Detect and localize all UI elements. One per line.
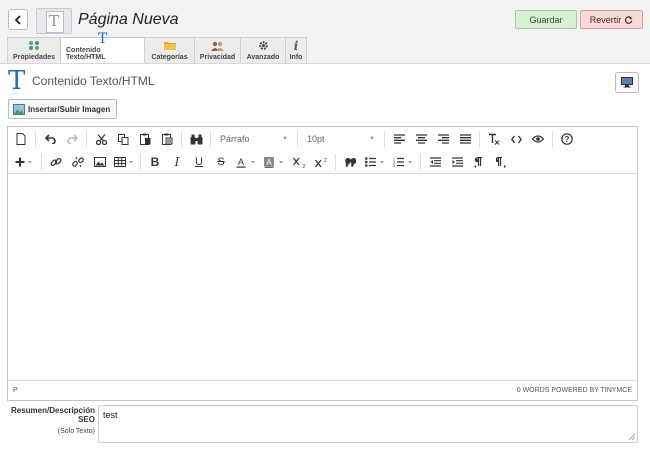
blockquote-icon[interactable] bbox=[339, 152, 361, 172]
rtl-direction-icon[interactable] bbox=[490, 152, 512, 172]
align-right-icon[interactable] bbox=[432, 129, 454, 149]
unlink-icon[interactable] bbox=[67, 152, 89, 172]
seo-value: test bbox=[103, 410, 118, 420]
align-center-icon[interactable] bbox=[410, 129, 432, 149]
chevron-down-icon: ▼ bbox=[369, 136, 375, 142]
paste-icon[interactable] bbox=[134, 129, 156, 149]
text-T-icon: T bbox=[8, 66, 26, 96]
info-icon: i bbox=[293, 38, 299, 53]
tab-label: Privacidad bbox=[199, 54, 236, 61]
revert-label: Revertir bbox=[589, 14, 622, 25]
format-select-value: Párrafo bbox=[220, 134, 250, 144]
background-color-icon[interactable]: A bbox=[260, 152, 288, 172]
font-size-select[interactable]: 10pt ▼ bbox=[301, 129, 381, 149]
seo-sublabel: (Sólo Texto) bbox=[57, 428, 95, 435]
font-size-value: 10pt bbox=[307, 134, 325, 144]
svg-text:A: A bbox=[266, 158, 272, 167]
seo-label: Resumen/Descripción SEO bbox=[10, 406, 95, 424]
format-select[interactable]: Párrafo ▼ bbox=[214, 129, 294, 149]
section-title: Contenido Texto/HTML bbox=[32, 74, 155, 88]
svg-text:A: A bbox=[238, 157, 244, 167]
strikethrough-icon[interactable]: S bbox=[210, 152, 232, 172]
clear-formatting-icon[interactable] bbox=[483, 129, 505, 149]
tab-bar: Propiedades T Contenido Texto/HTML Categ… bbox=[7, 31, 307, 63]
tab-properties[interactable]: Propiedades bbox=[7, 37, 61, 63]
tab-info[interactable]: i Info bbox=[285, 37, 307, 63]
image-icon bbox=[13, 103, 25, 115]
rich-text-editor: Párrafo ▼ 10pt ▼ ? B I U S A A 2 2 1 2 3… bbox=[7, 126, 638, 401]
superscript-icon[interactable]: 2 bbox=[310, 152, 332, 172]
numbered-list-icon[interactable]: 123 bbox=[389, 152, 417, 172]
ltr-direction-icon[interactable] bbox=[468, 152, 490, 172]
find-replace-icon[interactable] bbox=[185, 129, 207, 149]
new-document-icon[interactable] bbox=[10, 129, 32, 149]
resize-handle-icon[interactable] bbox=[629, 434, 635, 440]
preview-button[interactable] bbox=[615, 72, 639, 93]
seo-textarea[interactable]: test bbox=[98, 405, 638, 443]
tab-label: Info bbox=[289, 54, 303, 61]
link-icon[interactable] bbox=[45, 152, 67, 172]
subscript-icon[interactable]: 2 bbox=[288, 152, 310, 172]
tab-label: Propiedades bbox=[13, 54, 56, 61]
toolbar-row-2: B I U S A A 2 2 123 bbox=[8, 151, 637, 173]
insert-menu-icon[interactable] bbox=[10, 152, 38, 172]
content-panel: T Contenido Texto/HTML Insertar/Subir Im… bbox=[0, 63, 650, 455]
redo-icon[interactable] bbox=[61, 129, 83, 149]
text-T-icon: T bbox=[97, 30, 108, 47]
underline-icon[interactable]: U bbox=[188, 152, 210, 172]
tab-privacy[interactable]: Privacidad bbox=[194, 37, 241, 63]
italic-icon[interactable]: I bbox=[166, 152, 188, 172]
tab-label: Contenido Texto/HTML bbox=[66, 47, 106, 61]
tab-content-html[interactable]: T Contenido Texto/HTML bbox=[60, 31, 145, 63]
svg-text:2: 2 bbox=[303, 164, 306, 168]
table-icon[interactable] bbox=[111, 152, 137, 172]
svg-text:3: 3 bbox=[393, 164, 395, 167]
page-icon: T bbox=[36, 8, 72, 34]
cut-icon[interactable] bbox=[90, 129, 112, 149]
tab-label: Avanzado bbox=[246, 54, 280, 61]
tab-label: Categorías bbox=[151, 54, 188, 61]
editor-content-area[interactable] bbox=[8, 174, 637, 380]
refresh-icon bbox=[625, 15, 633, 24]
tab-advanced[interactable]: Avanzado bbox=[240, 37, 286, 63]
page-title: Página Nueva bbox=[78, 11, 179, 28]
chevron-left-icon bbox=[14, 14, 21, 25]
help-icon[interactable]: ? bbox=[556, 129, 578, 149]
users-icon bbox=[211, 39, 224, 52]
paste-text-icon[interactable] bbox=[156, 129, 178, 149]
align-left-icon[interactable] bbox=[388, 129, 410, 149]
save-button[interactable]: Guardar bbox=[515, 10, 577, 29]
word-count: 0 WORDS POWERED BY TINYMCE bbox=[516, 387, 632, 394]
insert-image-icon[interactable] bbox=[89, 152, 111, 172]
insert-image-button[interactable]: Insertar/Subir Imagen bbox=[8, 99, 118, 119]
bold-icon[interactable]: B bbox=[144, 152, 166, 172]
revert-button[interactable]: Revertir bbox=[580, 10, 643, 29]
insert-image-label: Insertar/Subir Imagen bbox=[28, 104, 111, 114]
copy-icon[interactable] bbox=[112, 129, 134, 149]
toolbar-row-1: Párrafo ▼ 10pt ▼ ? bbox=[8, 128, 637, 150]
svg-text:?: ? bbox=[565, 135, 570, 144]
properties-icon bbox=[28, 39, 40, 52]
undo-icon[interactable] bbox=[39, 129, 61, 149]
back-button[interactable] bbox=[8, 9, 28, 30]
chevron-down-icon: ▼ bbox=[282, 136, 288, 142]
gear-icon bbox=[258, 39, 269, 52]
bullet-list-icon[interactable] bbox=[361, 152, 389, 172]
outdent-icon[interactable] bbox=[424, 152, 446, 172]
monitor-icon bbox=[621, 77, 633, 88]
tab-categories[interactable]: Categorías bbox=[144, 37, 195, 63]
align-justify-icon[interactable] bbox=[454, 129, 476, 149]
indent-icon[interactable] bbox=[446, 152, 468, 172]
element-path[interactable]: P bbox=[13, 387, 18, 394]
source-code-icon[interactable] bbox=[505, 129, 527, 149]
folder-icon bbox=[163, 39, 176, 52]
text-color-icon[interactable]: A bbox=[232, 152, 260, 172]
preview-eye-icon[interactable] bbox=[527, 129, 549, 149]
editor-status-bar: P 0 WORDS POWERED BY TINYMCE bbox=[8, 380, 637, 400]
svg-text:2: 2 bbox=[324, 158, 327, 164]
